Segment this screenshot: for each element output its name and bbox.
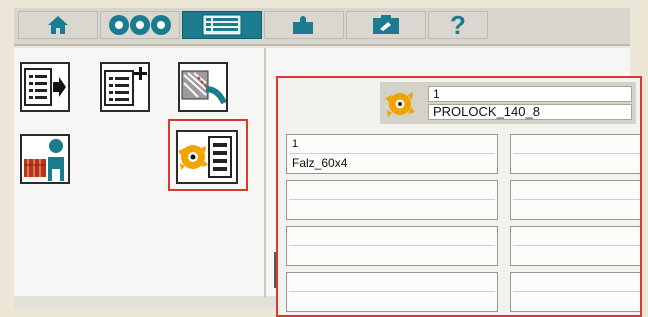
slot-name: Falz_60x4 xyxy=(292,156,348,170)
toolbar-help-button[interactable]: ? xyxy=(428,11,488,39)
tool-list-button[interactable] xyxy=(176,130,238,184)
help-icon: ? xyxy=(450,10,466,40)
slot-number xyxy=(289,183,495,200)
slot-number xyxy=(513,275,640,292)
tool-slot[interactable] xyxy=(510,180,640,220)
main-toolbar: ? xyxy=(14,8,630,46)
toolbar-home-button[interactable] xyxy=(18,11,98,39)
list-add-icon xyxy=(104,67,147,106)
operator-icon xyxy=(24,139,64,181)
operator-button[interactable] xyxy=(20,134,70,184)
toolbar-list-button[interactable] xyxy=(182,11,262,39)
home-icon xyxy=(48,16,68,34)
slot-name xyxy=(289,292,495,310)
service-icon xyxy=(373,15,399,34)
puzzle-icon xyxy=(293,16,313,34)
slot-number xyxy=(513,229,640,246)
tool-number-field[interactable]: 1 xyxy=(428,86,632,102)
slot-number xyxy=(513,137,640,154)
slot-number xyxy=(289,229,495,246)
list-export-icon xyxy=(24,68,66,106)
tool-slot[interactable] xyxy=(286,180,498,220)
slot-number: 1 xyxy=(289,137,495,154)
toolbar-service-button[interactable] xyxy=(346,11,426,39)
slot-name xyxy=(513,246,640,264)
tool-name-field[interactable]: PROLOCK_140_8 xyxy=(428,104,632,120)
slot-name xyxy=(513,200,640,218)
slot-number xyxy=(513,183,640,200)
tool-header: 1 PROLOCK_140_8 xyxy=(380,82,636,124)
tool-slot[interactable] xyxy=(286,226,498,266)
toolbar-tools-button[interactable] xyxy=(100,11,180,39)
tool-detail-dialog: 1 PROLOCK_140_8 1 Falz_60x4 xyxy=(276,76,642,317)
tools-icon xyxy=(109,15,171,35)
list-icon xyxy=(202,14,242,36)
tool-slot[interactable] xyxy=(286,272,498,312)
tool-slot[interactable] xyxy=(510,134,640,174)
list-export-button[interactable] xyxy=(20,62,70,112)
saw-blade-icon xyxy=(385,92,415,117)
slot-name xyxy=(289,246,495,264)
tool-change-icon xyxy=(181,70,226,105)
slot-name xyxy=(513,292,640,310)
toolbar-puzzle-button[interactable] xyxy=(264,11,344,39)
panel-divider xyxy=(264,48,266,298)
list-add-button[interactable] xyxy=(100,62,150,112)
tool-slot[interactable] xyxy=(510,272,640,312)
slot-name xyxy=(513,154,640,172)
tool-slot[interactable] xyxy=(510,226,640,266)
tool-list-icon xyxy=(179,136,232,178)
tool-change-button[interactable] xyxy=(178,62,228,112)
slot-name xyxy=(289,200,495,218)
tool-slot[interactable]: 1 Falz_60x4 xyxy=(286,134,498,174)
slot-number xyxy=(289,275,495,292)
